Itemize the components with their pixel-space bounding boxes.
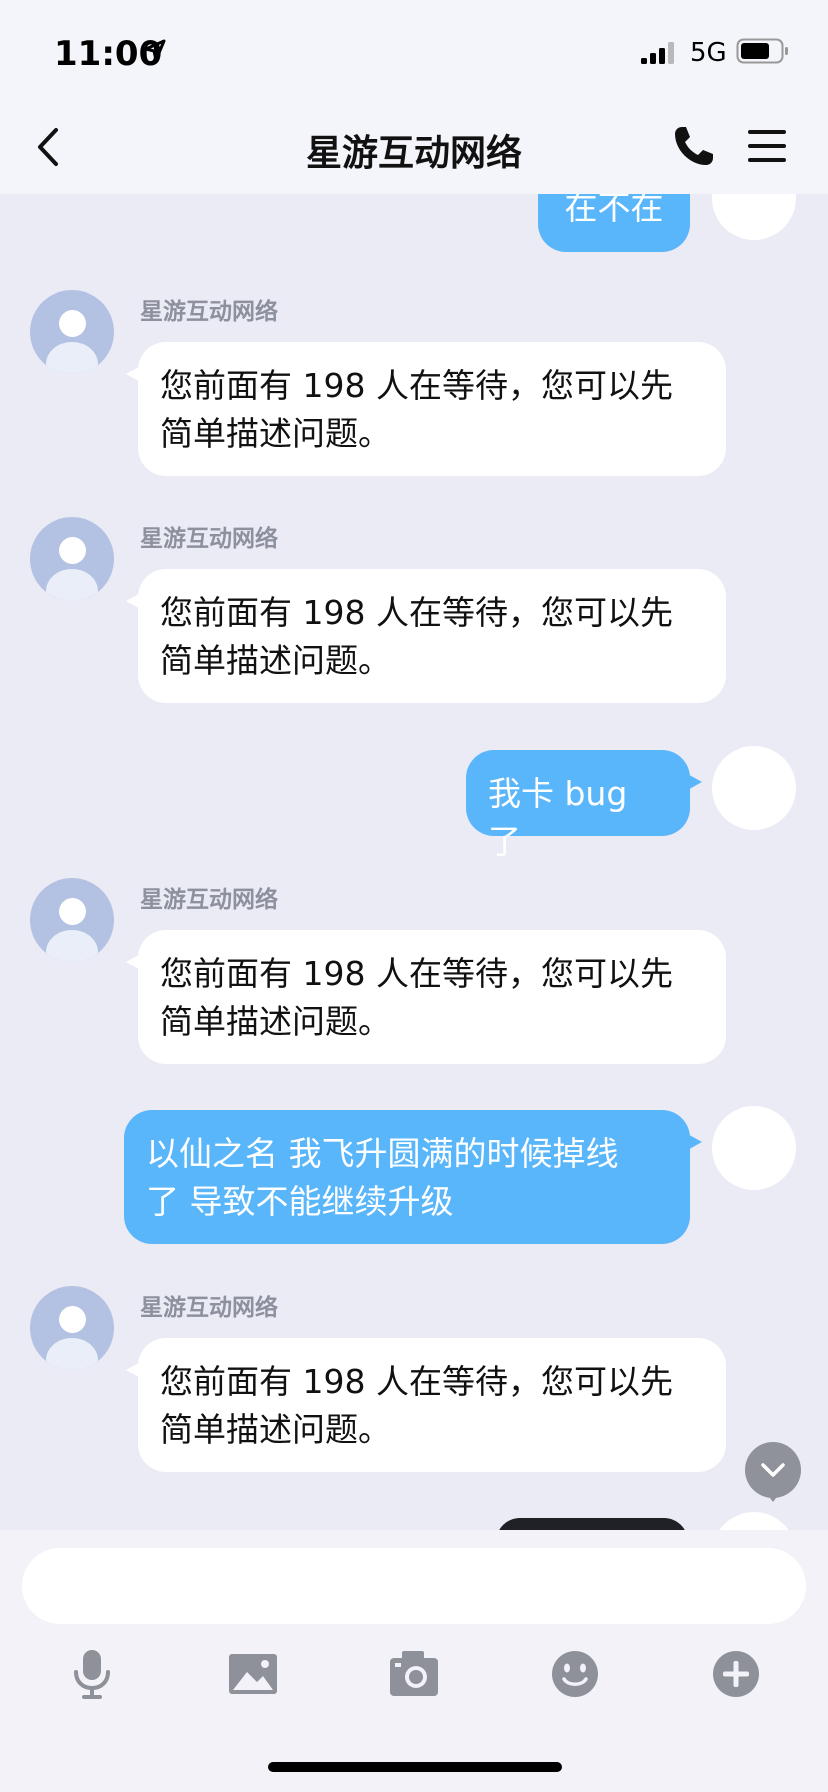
location-arrow-icon [144, 39, 166, 62]
sender-name: 星游互动网络 [140, 299, 278, 325]
message-line: 您前面有 198 人在等待，您可以先 [160, 593, 673, 632]
sender-name: 星游互动网络 [140, 887, 278, 913]
message-line: 简单描述问题。 [160, 641, 391, 680]
self-avatar[interactable] [712, 746, 796, 830]
outgoing-message[interactable]: 以仙之名 我飞升圆满的时候掉线 了 导致不能继续升级 [124, 1110, 702, 1244]
message-text: 我卡 bug 了 [488, 774, 628, 861]
agent-avatar[interactable] [30, 517, 114, 601]
status-bar: 11:00 5G [0, 0, 828, 100]
message-line: 了 导致不能继续升级 [146, 1182, 454, 1221]
signal-icon [641, 42, 674, 64]
message-line: 您前面有 198 人在等待，您可以先 [160, 366, 673, 405]
outgoing-message[interactable]: 在不在 [538, 194, 702, 252]
emoji-icon[interactable] [547, 1646, 603, 1702]
self-avatar[interactable] [712, 194, 796, 240]
agent-avatar[interactable] [30, 878, 114, 962]
battery-icon [736, 38, 788, 64]
camera-icon[interactable] [386, 1646, 442, 1702]
sender-name: 星游互动网络 [140, 1295, 278, 1321]
plus-icon[interactable] [708, 1646, 764, 1702]
incoming-message[interactable]: 您前面有 198 人在等待，您可以先 简单描述问题。 [126, 569, 726, 703]
home-indicator[interactable] [268, 1762, 562, 1772]
menu-icon[interactable] [746, 126, 790, 166]
message-text: 在不在 [564, 194, 664, 227]
microphone-icon[interactable] [64, 1646, 120, 1702]
message-line: 简单描述问题。 [160, 414, 391, 453]
self-avatar[interactable] [712, 1106, 796, 1190]
agent-avatar[interactable] [30, 290, 114, 374]
message-line: 简单描述问题。 [160, 1002, 391, 1041]
chevron-down-icon [761, 1463, 785, 1477]
message-line: 以仙之名 我飞升圆满的时候掉线 [146, 1134, 619, 1173]
incoming-message[interactable]: 您前面有 198 人在等待，您可以先 简单描述问题。 [126, 930, 726, 1064]
message-line: 您前面有 198 人在等待，您可以先 [160, 954, 673, 993]
incoming-message[interactable]: 您前面有 198 人在等待，您可以先 简单描述问题。 [126, 1338, 726, 1472]
composer [0, 1530, 828, 1792]
agent-avatar[interactable] [30, 1286, 114, 1370]
chat-messages[interactable]: 在不在 星游互动网络 您前面有 198 人在等待，您可以先 简单描述问题。 星游… [0, 194, 828, 1530]
network-type: 5G [690, 38, 727, 68]
navigation-bar: 星游互动网络 [0, 100, 828, 194]
message-input[interactable] [22, 1548, 806, 1624]
message-line: 简单描述问题。 [160, 1410, 391, 1449]
message-line: 您前面有 198 人在等待，您可以先 [160, 1362, 673, 1401]
image-icon[interactable] [225, 1646, 281, 1702]
sender-name: 星游互动网络 [140, 526, 278, 552]
partial-media-message[interactable] [496, 1518, 688, 1530]
phone-call-icon[interactable] [672, 124, 716, 168]
scroll-to-bottom-button[interactable] [745, 1442, 801, 1502]
self-avatar[interactable] [712, 1512, 796, 1530]
incoming-message[interactable]: 您前面有 198 人在等待，您可以先 简单描述问题。 [126, 342, 726, 476]
outgoing-message[interactable]: 我卡 bug 了 [466, 750, 702, 861]
